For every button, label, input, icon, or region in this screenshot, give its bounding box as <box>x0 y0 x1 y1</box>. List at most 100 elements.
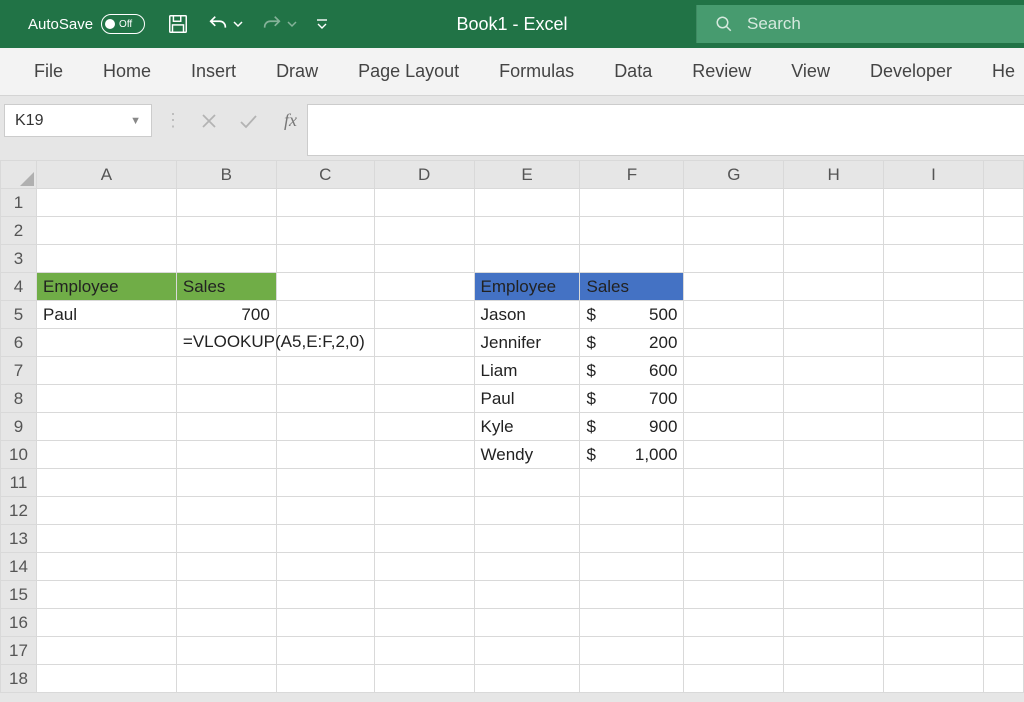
right-header-sales[interactable]: Sales <box>580 273 684 301</box>
right-sales[interactable]: $900 <box>580 413 684 441</box>
col-header[interactable]: B <box>176 161 276 189</box>
cell[interactable] <box>684 637 784 665</box>
formula-input[interactable] <box>307 104 1024 156</box>
right-employee[interactable]: Liam <box>474 357 580 385</box>
cell[interactable] <box>884 413 984 441</box>
row-header[interactable]: 7 <box>1 357 37 385</box>
cell[interactable] <box>884 273 984 301</box>
tab-file[interactable]: File <box>14 48 83 95</box>
cell[interactable] <box>983 385 1023 413</box>
row-header[interactable]: 15 <box>1 581 37 609</box>
cell[interactable] <box>176 553 276 581</box>
row-header[interactable]: 12 <box>1 497 37 525</box>
cell[interactable] <box>983 217 1023 245</box>
cell[interactable] <box>176 525 276 553</box>
cell[interactable] <box>276 497 374 525</box>
cell[interactable] <box>374 329 474 357</box>
cell[interactable] <box>884 385 984 413</box>
cell[interactable] <box>983 469 1023 497</box>
cell[interactable] <box>474 637 580 665</box>
row-header[interactable]: 14 <box>1 553 37 581</box>
cell[interactable] <box>983 525 1023 553</box>
tab-draw[interactable]: Draw <box>256 48 338 95</box>
cell[interactable] <box>580 497 684 525</box>
cell[interactable] <box>684 273 784 301</box>
cell[interactable] <box>374 189 474 217</box>
tab-insert[interactable]: Insert <box>171 48 256 95</box>
cell[interactable] <box>884 441 984 469</box>
row-header[interactable]: 1 <box>1 189 37 217</box>
cell[interactable] <box>276 189 374 217</box>
cell[interactable] <box>580 189 684 217</box>
cell[interactable] <box>36 525 176 553</box>
cell[interactable] <box>684 525 784 553</box>
row-header[interactable]: 13 <box>1 525 37 553</box>
cell[interactable] <box>374 665 474 693</box>
cell[interactable] <box>784 385 884 413</box>
tab-help[interactable]: He <box>972 48 1015 95</box>
cell[interactable] <box>684 301 784 329</box>
tab-view[interactable]: View <box>771 48 850 95</box>
cell[interactable] <box>983 329 1023 357</box>
cell[interactable] <box>374 301 474 329</box>
cell[interactable] <box>684 357 784 385</box>
tab-formulas[interactable]: Formulas <box>479 48 594 95</box>
cell[interactable] <box>784 217 884 245</box>
row-header[interactable]: 5 <box>1 301 37 329</box>
cell[interactable] <box>176 189 276 217</box>
cell[interactable] <box>580 665 684 693</box>
cell[interactable] <box>374 273 474 301</box>
tab-page-layout[interactable]: Page Layout <box>338 48 479 95</box>
chevron-down-icon[interactable]: ▼ <box>130 115 141 127</box>
cell[interactable] <box>276 245 374 273</box>
cell[interactable] <box>176 413 276 441</box>
qat-customize-icon[interactable] <box>315 17 329 31</box>
cell[interactable] <box>36 637 176 665</box>
cell[interactable] <box>474 581 580 609</box>
cell[interactable] <box>884 609 984 637</box>
cell[interactable] <box>784 497 884 525</box>
formula-display-cell[interactable]: =VLOOKUP(A5,E:F,2,0) <box>176 329 276 357</box>
cell[interactable] <box>36 441 176 469</box>
cell[interactable] <box>784 441 884 469</box>
cell[interactable] <box>276 301 374 329</box>
cell[interactable] <box>176 217 276 245</box>
cell[interactable] <box>983 441 1023 469</box>
cell[interactable] <box>784 413 884 441</box>
cell[interactable] <box>684 413 784 441</box>
row-header[interactable]: 8 <box>1 385 37 413</box>
cell[interactable] <box>276 441 374 469</box>
cell[interactable] <box>276 413 374 441</box>
cell[interactable] <box>983 553 1023 581</box>
row-header[interactable]: 18 <box>1 665 37 693</box>
cell[interactable] <box>884 301 984 329</box>
cell[interactable] <box>684 189 784 217</box>
cell[interactable] <box>36 245 176 273</box>
cell[interactable] <box>276 469 374 497</box>
cell[interactable] <box>884 189 984 217</box>
cell[interactable] <box>36 665 176 693</box>
cell[interactable] <box>684 385 784 413</box>
left-header-employee[interactable]: Employee <box>36 273 176 301</box>
cell[interactable] <box>784 245 884 273</box>
cell[interactable] <box>580 581 684 609</box>
cell[interactable] <box>983 665 1023 693</box>
autosave-toggle[interactable]: AutoSave Off <box>0 14 145 34</box>
cell[interactable] <box>884 553 984 581</box>
right-sales[interactable]: $700 <box>580 385 684 413</box>
cell[interactable] <box>36 553 176 581</box>
cell[interactable] <box>983 581 1023 609</box>
cell[interactable] <box>884 357 984 385</box>
redo-button[interactable] <box>261 13 297 35</box>
cell[interactable] <box>374 245 474 273</box>
cell[interactable] <box>374 637 474 665</box>
cell[interactable] <box>276 217 374 245</box>
row-header[interactable]: 16 <box>1 609 37 637</box>
cell[interactable] <box>884 329 984 357</box>
cell[interactable] <box>983 245 1023 273</box>
cell[interactable] <box>474 217 580 245</box>
cell[interactable] <box>276 357 374 385</box>
cell[interactable] <box>176 637 276 665</box>
cell[interactable] <box>784 469 884 497</box>
col-header[interactable]: I <box>884 161 984 189</box>
